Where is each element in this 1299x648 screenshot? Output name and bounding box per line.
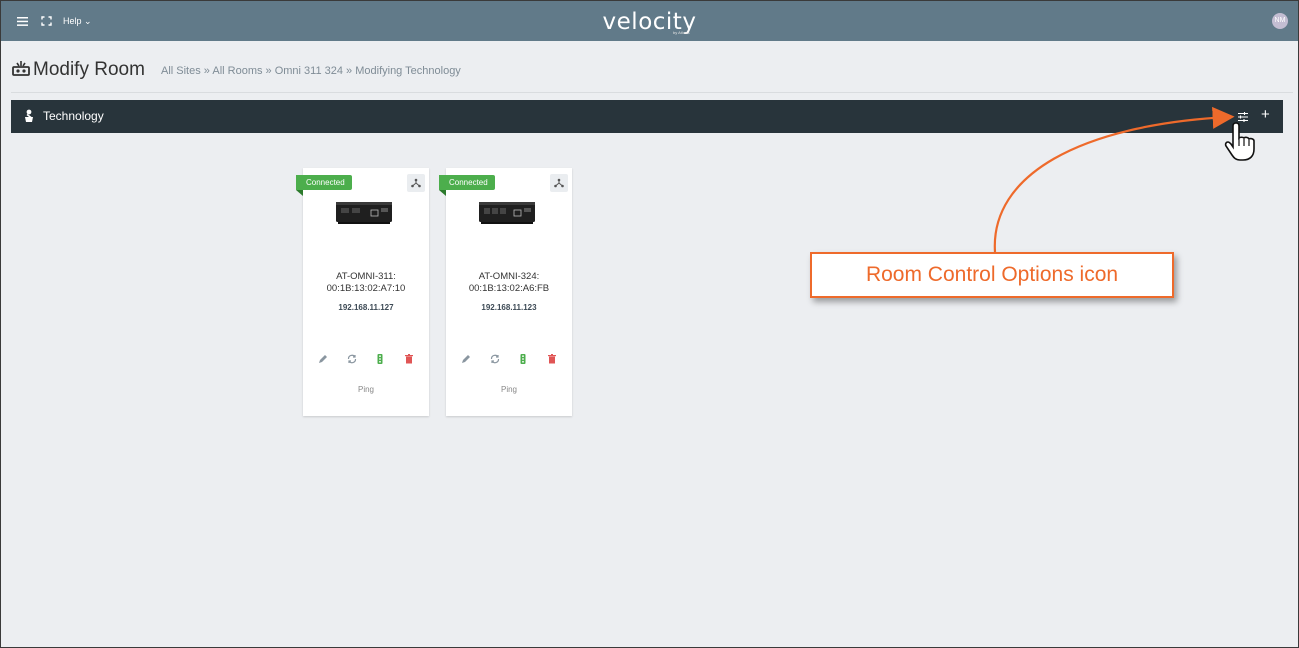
device-mac: 00:1B:13:02:A6:FB [468,283,550,294]
status-badge: Connected [439,175,495,190]
ribbon-tail [296,190,303,196]
device-name: AT-OMNI-324: 00:1B:13:02:A6:FB [446,271,572,295]
refresh-icon[interactable] [489,352,501,364]
add-device-button[interactable]: + [1261,106,1270,123]
device-name: AT-OMNI-311: 00:1B:13:02:A7:10 [303,271,429,295]
device-card: Connected AT-OMNI-311: 00:1B:13:02:A7:10… [296,168,429,416]
status-badge: Connected [296,175,352,190]
device-actions [309,352,423,364]
app-window: Help ⌄ velocity by Atlona NM Modify Room… [0,0,1299,648]
device-ip: 192.168.11.127 [338,303,394,312]
technology-title: Technology [43,109,104,123]
ribbon-tail [439,190,446,196]
technology-icon [23,109,35,123]
trash-icon[interactable] [546,352,558,364]
sliders-icon[interactable] [1237,110,1249,122]
device-mac: 00:1B:13:02:A7:10 [326,283,406,294]
breadcrumb[interactable]: All Sites » All Rooms » Omni 311 324 » M… [161,65,461,77]
logo-subtitle: by Atlona [673,30,690,35]
room-icon [11,59,31,79]
network-button[interactable] [550,174,568,192]
device-card: Connected AT-OMNI-324: 00:1B:13:02:A6:FB… [439,168,572,416]
page-header: Modify Room All Sites » All Rooms » Omni… [11,58,1293,93]
traffic-light-icon[interactable] [374,352,386,364]
user-avatar[interactable]: NM [1272,13,1288,29]
traffic-light-icon[interactable] [517,352,529,364]
pencil-icon[interactable] [317,352,329,364]
velocity-logo: velocity [602,9,697,35]
network-button[interactable] [407,174,425,192]
ping-button[interactable]: Ping [446,385,572,394]
device-image [479,202,535,224]
network-icon [554,178,564,188]
pencil-icon[interactable] [460,352,472,364]
technology-header: Technology + [11,100,1283,133]
top-bar: Help ⌄ velocity by Atlona NM [1,1,1298,41]
device-ip: 192.168.11.123 [481,303,537,312]
device-model: AT-OMNI-324: [478,271,540,282]
page-title: Modify Room [33,59,145,80]
trash-icon[interactable] [403,352,415,364]
network-icon [411,178,421,188]
device-actions [452,352,566,364]
device-image [336,202,392,224]
refresh-icon[interactable] [346,352,358,364]
device-model: AT-OMNI-311: [336,271,396,282]
ping-button[interactable]: Ping [303,385,429,394]
callout-label: Room Control Options icon [810,252,1174,298]
